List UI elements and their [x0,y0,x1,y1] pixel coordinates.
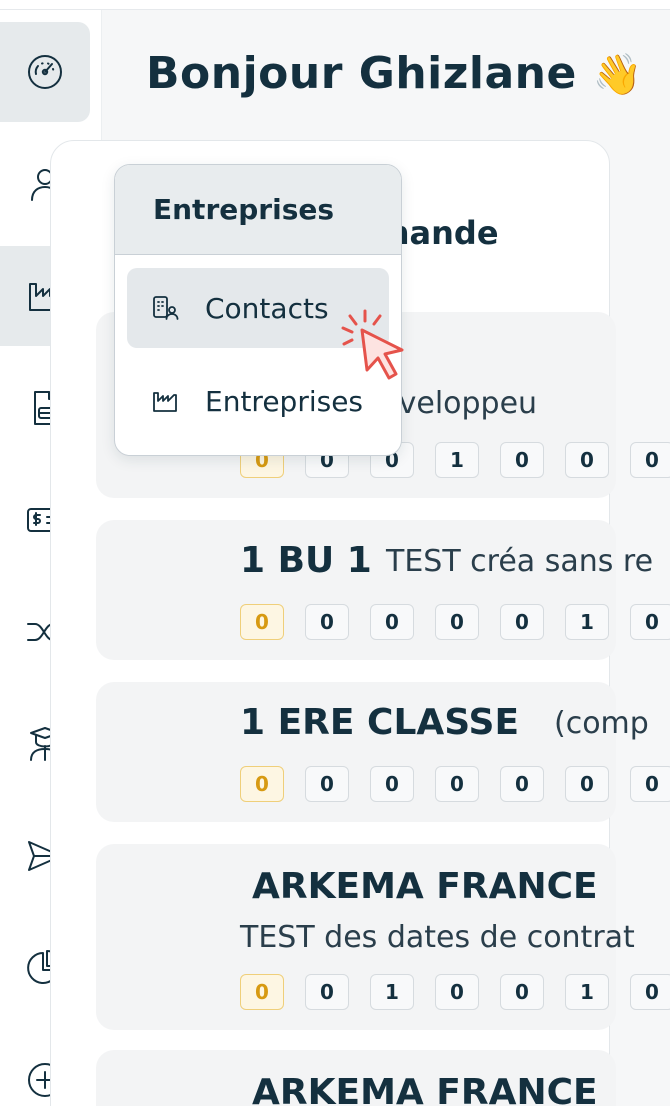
count-badge: 0 [565,442,609,478]
dropdown-header: Entreprises [115,165,401,255]
click-cursor-icon [341,309,404,380]
company-subtitle: (comp [554,706,649,741]
count-badge: 0 [435,766,479,802]
building-contacts-icon [153,296,179,320]
count-badge: 0 [435,604,479,640]
company-card[interactable]: 1 ERE CLASSE (comp 0 0 0 0 0 0 0 [96,682,670,822]
count-badge: 0 [630,766,670,802]
count-badge: 0 [500,974,544,1010]
count-badge: 0 [240,974,284,1010]
company-card[interactable]: ARKEMA FRANCE TEST des dates de contrat … [96,844,670,1030]
count-badge: 1 [565,604,609,640]
count-badge: 1 [565,974,609,1010]
count-badge: 0 [500,604,544,640]
count-badge: 0 [370,766,414,802]
count-badge: 0 [630,974,670,1010]
status-counts: 0 0 0 0 0 0 0 [240,766,670,802]
menu-item-label: Entreprises [205,384,364,418]
company-subtitle: TEST des dates de contrat [240,920,635,955]
dashboard-gauge-icon [28,55,62,89]
company-name: ARKEMA FRANCE [252,866,598,907]
count-badge: 0 [370,604,414,640]
count-badge: 0 [305,974,349,1010]
page-title: Bonjour Ghizlane 👋 [146,48,643,99]
company-name: 1 BU 1 [240,540,372,581]
count-badge: 0 [305,766,349,802]
count-badge: 0 [500,766,544,802]
menu-item-label: Contacts [205,291,329,325]
top-border [0,0,670,10]
count-badge: 0 [435,974,479,1010]
factory-icon [153,392,177,412]
count-badge: 0 [565,766,609,802]
waving-hand-icon: 👋 [592,52,643,98]
company-subtitle: TEST créa sans re [386,544,654,579]
company-name: ARKEMA FRANCE [252,1072,598,1106]
count-badge: 0 [630,442,670,478]
sidebar-item-dashboard[interactable] [0,22,90,122]
count-badge: 1 [370,974,414,1010]
count-badge: 0 [240,604,284,640]
company-card[interactable]: 1 BU 1 TEST créa sans re 0 0 0 0 0 1 0 [96,520,670,660]
count-badge: 0 [305,604,349,640]
count-badge: 0 [630,604,670,640]
count-badge: 1 [435,442,479,478]
status-counts: 0 0 1 0 0 1 0 [240,974,670,1010]
status-counts: 0 0 0 0 0 1 0 [240,604,670,640]
count-badge: 0 [240,766,284,802]
greeting-text: Bonjour Ghizlane [146,48,577,99]
company-card[interactable]: ARKEMA FRANCE [96,1050,616,1106]
count-badge: 0 [500,442,544,478]
company-name: 1 ERE CLASSE [240,702,520,743]
